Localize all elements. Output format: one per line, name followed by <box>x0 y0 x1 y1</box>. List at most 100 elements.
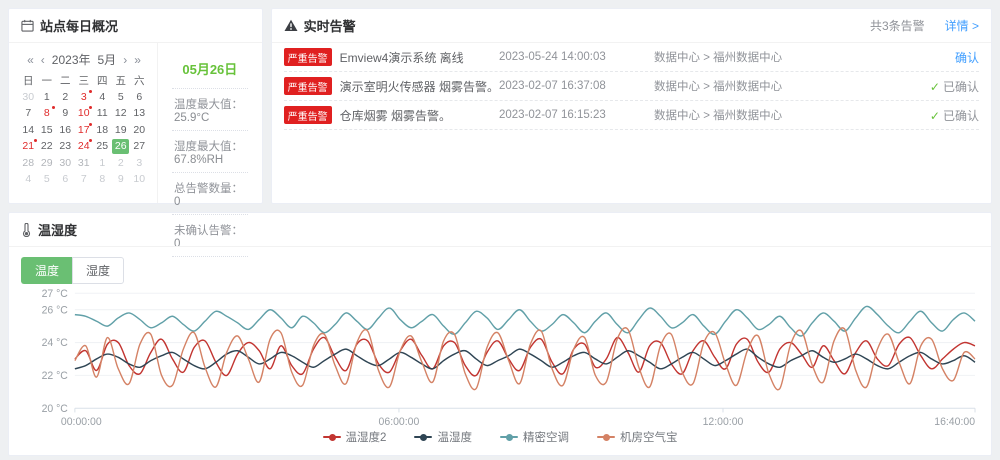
weekday-label: 三 <box>75 72 94 89</box>
day-number: 3 <box>136 157 142 169</box>
day-number: 23 <box>59 140 71 152</box>
day-number: 13 <box>133 107 145 119</box>
calendar-day[interactable]: 20 <box>130 122 149 139</box>
legend-marker-icon <box>500 436 518 438</box>
calendar-day[interactable]: 19 <box>112 122 131 139</box>
chart-legend: 温湿度2 温湿度 精密空调 机房空气宝 <box>9 429 991 455</box>
prev-month-button[interactable]: ‹ <box>41 53 45 67</box>
weekday-label: 四 <box>93 72 112 89</box>
calendar-day[interactable]: 24 <box>75 138 94 155</box>
legend-label: 温湿度2 <box>346 429 387 445</box>
realtime-alerts-panel: 实时告警 共3条告警 详情 > 严重告警Emview4演示系统 离线2023-0… <box>271 8 992 204</box>
calendar-day[interactable]: 6 <box>56 171 75 188</box>
calendar-day[interactable]: 18 <box>93 122 112 139</box>
calendar-day[interactable]: 7 <box>19 105 38 122</box>
calendar-day[interactable]: 15 <box>38 122 57 139</box>
day-number: 18 <box>96 124 108 136</box>
calendar-day[interactable]: 13 <box>130 105 149 122</box>
day-number: 5 <box>44 173 50 185</box>
alert-detail-link[interactable]: 详情 > <box>945 17 979 34</box>
confirmed-status: ✓已确认 <box>930 109 979 123</box>
check-icon: ✓ <box>930 109 940 123</box>
calendar-day[interactable]: 9 <box>112 171 131 188</box>
day-number: 6 <box>62 173 68 185</box>
calendar-day[interactable]: 30 <box>56 155 75 172</box>
alarm-dot-icon <box>89 90 92 93</box>
calendar-day[interactable]: 25 <box>93 138 112 155</box>
legend-item-温湿度[interactable]: 温湿度 <box>414 429 472 445</box>
calendar-day[interactable]: 21 <box>19 138 38 155</box>
alert-action: ✓已确认 <box>909 78 979 95</box>
alert-title: Emview4演示系统 离线 <box>340 49 499 66</box>
next-year-button[interactable]: » <box>134 53 141 67</box>
calendar-day[interactable]: 8 <box>38 105 57 122</box>
temp-humidity-panel: 温湿度 温度湿度 20 °C22 °C24 °C26 °C27 °C00:00:… <box>8 212 992 456</box>
calendar-day[interactable]: 6 <box>130 89 149 106</box>
calendar-day[interactable]: 28 <box>19 155 38 172</box>
temp-chart-svg[interactable]: 20 °C22 °C24 °C26 °C27 °C00:00:0006:00:0… <box>13 286 987 429</box>
confirmed-label: 已确认 <box>943 80 979 94</box>
alarm-dot-icon <box>34 139 37 142</box>
calendar-grid: 日一二三四五六301234567891011121314151617181920… <box>19 72 149 188</box>
calendar-day[interactable]: 5 <box>112 89 131 106</box>
alarm-dot-icon <box>89 123 92 126</box>
calendar-day[interactable]: 3 <box>130 155 149 172</box>
svg-text:00:00:00: 00:00:00 <box>61 416 102 428</box>
alert-count: 共3条告警 <box>870 17 925 34</box>
legend-item-机房空气宝[interactable]: 机房空气宝 <box>597 429 678 445</box>
calendar-day[interactable]: 3 <box>75 89 94 106</box>
next-month-button[interactable]: › <box>123 53 127 67</box>
calendar-day[interactable]: 7 <box>75 171 94 188</box>
temp-humidity-toggle: 温度湿度 <box>21 257 991 284</box>
alert-list: 严重告警Emview4演示系统 离线2023-05-24 14:00:03数据中… <box>272 43 991 130</box>
svg-text:12:00:00: 12:00:00 <box>703 416 744 428</box>
day-number: 25 <box>96 140 108 152</box>
site-daily-overview-panel: 站点每日概况 « ‹ 2023年 5月 › » 日一二三四五六301234567… <box>8 8 263 204</box>
calendar-day[interactable]: 17 <box>75 122 94 139</box>
legend-item-温湿度2[interactable]: 温湿度2 <box>323 429 387 445</box>
prev-year-button[interactable]: « <box>27 53 34 67</box>
day-number: 8 <box>44 107 50 119</box>
calendar-day[interactable]: 27 <box>130 138 149 155</box>
calendar-day[interactable]: 11 <box>93 105 112 122</box>
calendar-day[interactable]: 5 <box>38 171 57 188</box>
stat-label: 温度最大值： <box>174 99 243 111</box>
calendar-day[interactable]: 1 <box>93 155 112 172</box>
tab-humidity[interactable]: 湿度 <box>72 257 124 284</box>
overview-header: 站点每日概况 <box>9 9 262 43</box>
day-number: 15 <box>41 124 53 136</box>
weekday-label: 一 <box>38 72 57 89</box>
severity-badge: 严重告警 <box>284 48 332 66</box>
calendar-day[interactable]: 4 <box>93 89 112 106</box>
calendar-day[interactable]: 29 <box>38 155 57 172</box>
alarm-dot-icon <box>52 106 55 109</box>
calendar-day[interactable]: 23 <box>56 138 75 155</box>
calendar-day[interactable]: 2 <box>112 155 131 172</box>
confirmed-status: ✓已确认 <box>930 80 979 94</box>
calendar-day[interactable]: 8 <box>93 171 112 188</box>
calendar-day[interactable]: 30 <box>19 89 38 106</box>
day-number: 6 <box>136 91 142 103</box>
confirm-button[interactable]: 确认 <box>955 51 979 65</box>
day-number: 30 <box>59 157 71 169</box>
calendar-day[interactable]: 31 <box>75 155 94 172</box>
alerts-title: 实时告警 <box>304 16 356 35</box>
day-number: 27 <box>133 140 145 152</box>
calendar-day[interactable]: 16 <box>56 122 75 139</box>
calendar-day[interactable]: 12 <box>112 105 131 122</box>
calendar-day[interactable]: 10 <box>130 171 149 188</box>
calendar-day[interactable]: 9 <box>56 105 75 122</box>
day-number: 4 <box>25 173 31 185</box>
tab-temperature[interactable]: 温度 <box>21 257 72 284</box>
daily-stats: 05月26日 温度最大值： 25.9°C湿度最大值： 67.8%RH总告警数量：… <box>157 43 262 203</box>
svg-text:26 °C: 26 °C <box>42 304 69 316</box>
day-number: 1 <box>44 91 50 103</box>
calendar-day[interactable]: 4 <box>19 171 38 188</box>
calendar-day[interactable]: 14 <box>19 122 38 139</box>
calendar-day[interactable]: 10 <box>75 105 94 122</box>
calendar-day[interactable]: 26 <box>112 138 131 155</box>
calendar-day[interactable]: 2 <box>56 89 75 106</box>
calendar-day[interactable]: 1 <box>38 89 57 106</box>
legend-item-精密空调[interactable]: 精密空调 <box>500 429 569 445</box>
calendar-day[interactable]: 22 <box>38 138 57 155</box>
